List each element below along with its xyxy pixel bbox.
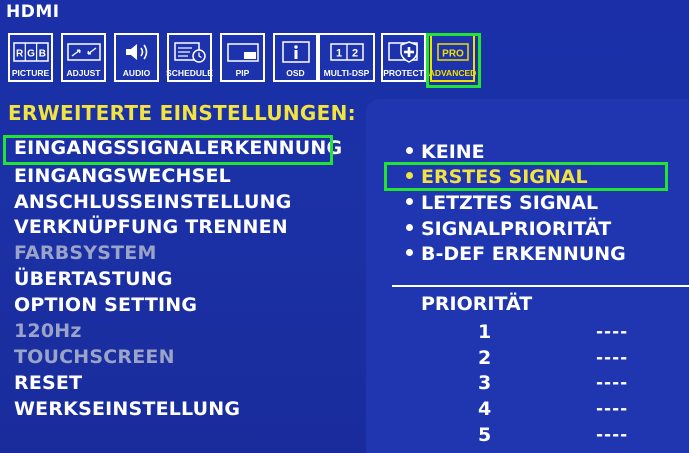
tab-audio[interactable]: AUDIO — [114, 33, 159, 82]
priority-value[interactable]: ---- — [596, 373, 628, 393]
menu-item-eingangswechsel[interactable]: EINGANGSWECHSEL — [14, 165, 231, 187]
priority-number: 2 — [478, 347, 492, 369]
section-title: ERWEITERTE EINSTELLUNGEN: — [8, 101, 356, 125]
tab-picture[interactable]: R G B PICTURE — [8, 33, 53, 82]
tab-adjust[interactable]: ADJUST — [61, 33, 106, 82]
option-signalprioritaet[interactable]: SIGNALPRIORITÄT — [406, 218, 611, 240]
priority-value[interactable]: ---- — [596, 348, 628, 368]
tab-label: OSD — [286, 68, 305, 78]
window-title: HDMI — [6, 2, 60, 22]
tab-label: PROTECT — [383, 68, 424, 78]
tab-label: AUDIO — [122, 68, 151, 78]
menu-item-uebertastung[interactable]: ÜBERTASTUNG — [14, 268, 173, 290]
multi-display-icon: 1 2 — [320, 35, 373, 68]
shield-plus-icon — [383, 35, 424, 68]
priority-number: 1 — [478, 321, 492, 343]
priority-value[interactable]: ---- — [596, 322, 628, 342]
bullet-icon — [406, 224, 413, 231]
svg-text:1: 1 — [335, 47, 341, 59]
tab-protect[interactable]: PROTECT — [381, 33, 426, 82]
svg-text:B: B — [38, 48, 45, 59]
priority-heading: PRIORITÄT — [421, 293, 533, 315]
menu-item-verknuepfung-trennen[interactable]: VERKNÜPFUNG TRENNEN — [14, 216, 288, 238]
menu-item-reset[interactable]: RESET — [14, 372, 82, 394]
menu-item-120hz: 120Hz — [14, 320, 82, 342]
menu-item-farbsystem: FARBSYSTEM — [14, 242, 157, 264]
svg-text:R: R — [15, 48, 23, 59]
priority-number: 5 — [478, 424, 492, 446]
option-label: B-DEF ERKENNUNG — [421, 243, 626, 265]
menu-item-werkseinstellung[interactable]: WERKSEINSTELLUNG — [14, 398, 240, 420]
priority-number: 4 — [478, 398, 492, 420]
tab-label: PIP — [235, 68, 250, 78]
selected-tab-highlight — [426, 33, 481, 88]
rgb-icon: R G B — [10, 35, 51, 68]
priority-value[interactable]: ---- — [596, 425, 628, 445]
pip-icon — [222, 35, 263, 68]
divider — [392, 285, 689, 287]
svg-text:G: G — [27, 48, 35, 59]
option-label: KEINE — [421, 141, 485, 163]
tab-pip[interactable]: PIP — [220, 33, 265, 82]
bullet-icon — [406, 198, 413, 205]
option-b-def-erkennung[interactable]: B-DEF ERKENNUNG — [406, 243, 626, 265]
speaker-icon — [116, 35, 157, 68]
option-label: LETZTES SIGNAL — [421, 192, 599, 214]
option-letztes-signal[interactable]: LETZTES SIGNAL — [406, 192, 598, 214]
tab-label: PICTURE — [11, 68, 50, 78]
schedule-icon — [169, 35, 210, 68]
selected-option-highlight — [384, 162, 668, 191]
menu-item-option-setting[interactable]: OPTION SETTING — [14, 294, 197, 316]
priority-number: 3 — [478, 372, 492, 394]
option-label: SIGNALPRIORITÄT — [421, 218, 612, 240]
tab-label: ADJUST — [66, 68, 101, 78]
menu-item-touchscreen: TOUCHSCREEN — [14, 346, 175, 368]
tab-label: SCHEDULE — [166, 68, 213, 78]
tab-multi-dsp[interactable]: 1 2 MULTI-DSP — [318, 33, 375, 82]
info-icon — [275, 35, 316, 68]
tab-osd[interactable]: OSD — [273, 33, 318, 82]
selected-menu-highlight — [3, 135, 333, 165]
tab-schedule[interactable]: SCHEDULE — [166, 33, 213, 82]
tab-label: MULTI-DSP — [323, 68, 370, 78]
bullet-icon — [406, 147, 413, 154]
priority-value[interactable]: ---- — [596, 399, 628, 419]
bullet-icon — [406, 249, 413, 256]
menu-item-anschlusseinstellung[interactable]: ANSCHLUSSEINSTELLUNG — [14, 191, 292, 213]
svg-text:2: 2 — [351, 47, 357, 59]
adjust-icon — [63, 35, 104, 68]
option-keine[interactable]: KEINE — [406, 141, 485, 163]
